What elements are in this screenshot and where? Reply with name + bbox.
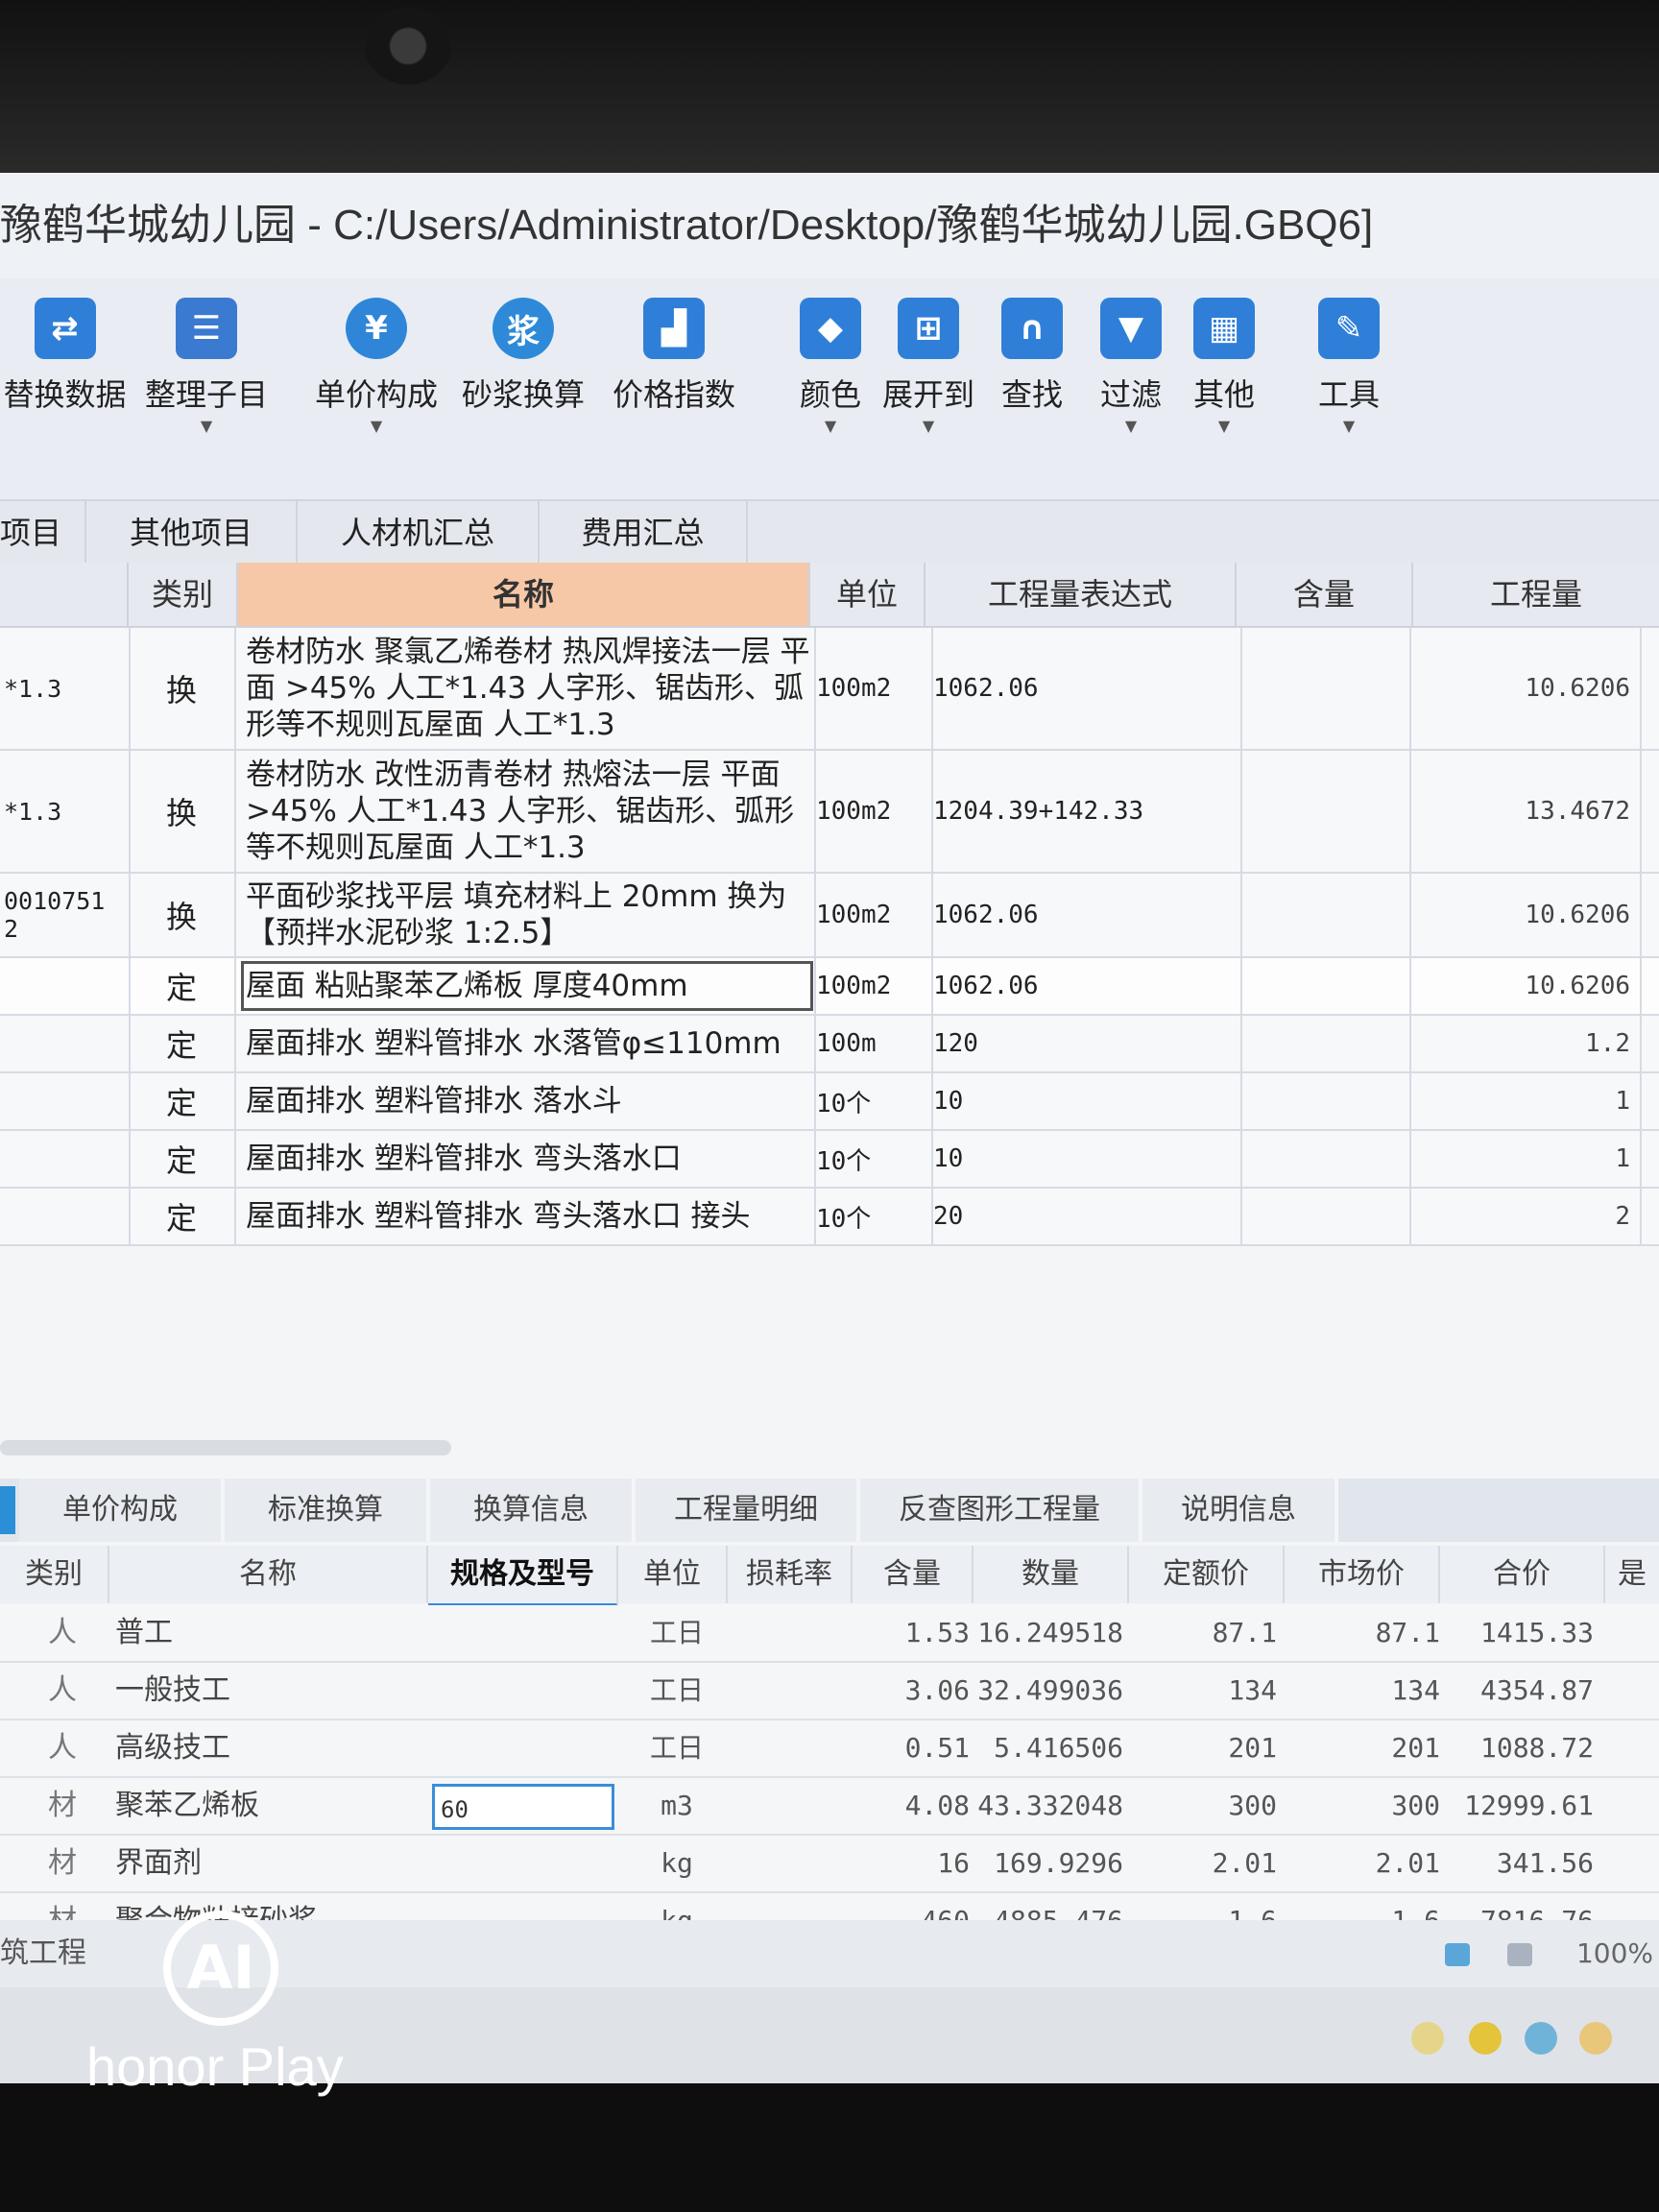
chevron-down-icon: ▼: [370, 417, 383, 435]
expand-to-button[interactable]: ⊞ 展开到 ▼: [876, 298, 981, 435]
chevron-down-icon: ▼: [1342, 417, 1356, 435]
find-button[interactable]: ∩ 查找: [994, 298, 1070, 415]
organize-items-button[interactable]: ☰ 整理子目 ▼: [139, 298, 274, 435]
ribbon-toolbar: ⇄ 替换数据 ☰ 整理子目 ▼ ¥ 单价构成 ▼ 浆 砂浆换算 ▟ 价格指数 ◆ 颜…: [0, 278, 1659, 499]
ai-logo-icon: AI: [163, 1911, 278, 2026]
table-row-selected[interactable]: 定 屋面 粘贴聚苯乙烯板 厚度40mm 100m2 1062.06 10.620…: [0, 958, 1659, 1016]
tray-icon[interactable]: [1411, 2022, 1444, 2055]
tray-icon[interactable]: [1525, 2022, 1557, 2055]
window-title: 豫鹤华城幼儿园 - C:/Users/Administrator/Desktop…: [0, 173, 1659, 278]
monitor-bezel-bottom: [0, 2083, 1659, 2212]
tab-quantity-detail[interactable]: 工程量明细: [636, 1479, 860, 1542]
detail-header-quota-price[interactable]: 定额价: [1129, 1546, 1285, 1603]
table-row[interactable]: *1.3 换 卷材防水 改性沥青卷材 热熔法一层 平面 >45% 人工*1.43…: [0, 751, 1659, 874]
table-row[interactable]: 定 屋面排水 塑料管排水 弯头落水口 10个 10 1: [0, 1131, 1659, 1189]
camera-watermark: AI honor Play: [86, 1911, 394, 2103]
filter-button[interactable]: ▼ 过滤 ▼: [1093, 298, 1169, 435]
tab-other-items[interactable]: 其他项目: [86, 501, 298, 565]
tab-description[interactable]: 说明信息: [1142, 1479, 1338, 1542]
zoom-level[interactable]: 100%: [1576, 1920, 1653, 1987]
table-row[interactable]: 定 屋面排水 塑料管排水 落水斗 10个 10 1: [0, 1073, 1659, 1131]
price-index-button[interactable]: ▟ 价格指数: [607, 298, 741, 415]
tab-cost-summary[interactable]: 费用汇总: [540, 501, 748, 565]
table-row[interactable]: 定 屋面排水 塑料管排水 水落管φ≤110mm 100m 120 1.2: [0, 1016, 1659, 1073]
layout-icon[interactable]: [1507, 1943, 1532, 1966]
table-row[interactable]: 0010751 2 换 平面砂浆找平层 填充材料上 20mm 换为【预拌水泥砂浆…: [0, 874, 1659, 958]
binoculars-icon: ∩: [1001, 298, 1063, 359]
chevron-down-icon: ▼: [200, 417, 213, 435]
spec-input[interactable]: 60: [432, 1784, 614, 1830]
list-item[interactable]: 材 聚苯乙烯板 60 m3 4.08 43.332048 300 300 129…: [0, 1778, 1659, 1836]
name-cell-editing[interactable]: 屋面 粘贴聚苯乙烯板 厚度40mm: [238, 958, 816, 1014]
replace-data-icon: ⇄: [34, 298, 96, 359]
detail-header-market-price[interactable]: 市场价: [1285, 1546, 1440, 1603]
watermark-brand: honor Play: [86, 2036, 344, 2097]
monitor-bezel-top: [0, 0, 1659, 173]
expand-icon: ⊞: [898, 298, 959, 359]
detail-header-spec[interactable]: 规格及型号: [428, 1546, 618, 1607]
webcam-icon: [365, 8, 451, 84]
color-button[interactable]: ◆ 颜色 ▼: [792, 298, 869, 435]
detail-header-type[interactable]: 类别: [0, 1546, 109, 1603]
list-item[interactable]: 材 界面剂 kg 16 169.9296 2.01 2.01 341.56: [0, 1836, 1659, 1893]
detail-tab-bar: 单价构成 标准换算 换算信息 工程量明细 反查图形工程量 说明信息: [0, 1479, 1659, 1542]
color-bucket-icon: ◆: [800, 298, 861, 359]
column-header-unit[interactable]: 单位: [810, 563, 926, 628]
column-header-name[interactable]: 名称: [238, 563, 810, 628]
detail-header-total[interactable]: 合价: [1440, 1546, 1605, 1603]
list-item[interactable]: 人 普工 工日 1.53 16.249518 87.1 87.1 1415.33: [0, 1605, 1659, 1663]
tab-standard-conversion[interactable]: 标准换算: [225, 1479, 430, 1542]
tab-indicator: [0, 1486, 15, 1534]
chevron-down-icon: ▼: [1217, 417, 1231, 435]
app-screen: 豫鹤华城幼儿园 - C:/Users/Administrator/Desktop…: [0, 173, 1659, 2083]
detail-header-content[interactable]: 含量: [853, 1546, 974, 1603]
chevron-down-icon: ▼: [922, 417, 935, 435]
tab-reverse-lookup[interactable]: 反查图形工程量: [860, 1479, 1142, 1542]
column-header-quantity[interactable]: 工程量: [1413, 563, 1659, 628]
chevron-down-icon: ▼: [824, 417, 837, 435]
view-icon[interactable]: [1445, 1943, 1470, 1966]
organize-icon: ☰: [176, 298, 237, 359]
detail-header-unit[interactable]: 单位: [618, 1546, 728, 1603]
tools-button[interactable]: ✎ 工具 ▼: [1310, 298, 1387, 435]
chart-icon: ▟: [643, 298, 705, 359]
column-header-content[interactable]: 含量: [1237, 563, 1413, 628]
detail-header-name[interactable]: 名称: [109, 1546, 428, 1603]
list-item[interactable]: 人 一般技工 工日 3.06 32.499036 134 134 4354.87: [0, 1663, 1659, 1720]
detail-header-count[interactable]: 数量: [974, 1546, 1129, 1603]
filter-icon: ▼: [1100, 298, 1162, 359]
detail-header-extra[interactable]: 是否: [1605, 1546, 1659, 1648]
tab-conversion-info[interactable]: 换算信息: [430, 1479, 636, 1542]
table-row[interactable]: *1.3 换 卷材防水 聚氯乙烯卷材 热风焊接法一层 平面 >45% 人工*1.…: [0, 628, 1659, 751]
detail-header-loss[interactable]: 损耗率: [728, 1546, 853, 1603]
grid-icon: ▦: [1193, 298, 1255, 359]
other-button[interactable]: ▦ 其他 ▼: [1186, 298, 1262, 435]
replace-data-button[interactable]: ⇄ 替换数据: [0, 298, 130, 415]
column-header-code[interactable]: [0, 563, 129, 628]
mortar-icon: 浆: [493, 298, 554, 359]
chevron-down-icon: ▼: [1124, 417, 1138, 435]
top-tab-bar: 项目 其他项目 人材机汇总 费用汇总: [0, 499, 1659, 566]
tray-icon[interactable]: [1469, 2022, 1502, 2055]
tools-icon: ✎: [1318, 298, 1380, 359]
column-header-type[interactable]: 类别: [129, 563, 238, 628]
horizontal-scrollbar[interactable]: [0, 1440, 451, 1455]
tab-unit-price-composition[interactable]: 单价构成: [19, 1479, 225, 1542]
status-project-label: 筑工程: [0, 1936, 86, 1970]
unit-price-button[interactable]: ¥ 单价构成 ▼: [309, 298, 444, 435]
tab-project[interactable]: 项目: [0, 501, 86, 565]
table-row[interactable]: 定 屋面排水 塑料管排水 弯头落水口 接头 10个 20 2: [0, 1189, 1659, 1246]
column-header-expression[interactable]: 工程量表达式: [926, 563, 1237, 628]
tab-labor-material-summary[interactable]: 人材机汇总: [298, 501, 540, 565]
list-item[interactable]: 人 高级技工 工日 0.51 5.416506 201 201 1088.72: [0, 1720, 1659, 1778]
price-icon: ¥: [346, 298, 407, 359]
mortar-convert-button[interactable]: 浆 砂浆换算: [456, 298, 590, 415]
tray-icon[interactable]: [1579, 2022, 1612, 2055]
